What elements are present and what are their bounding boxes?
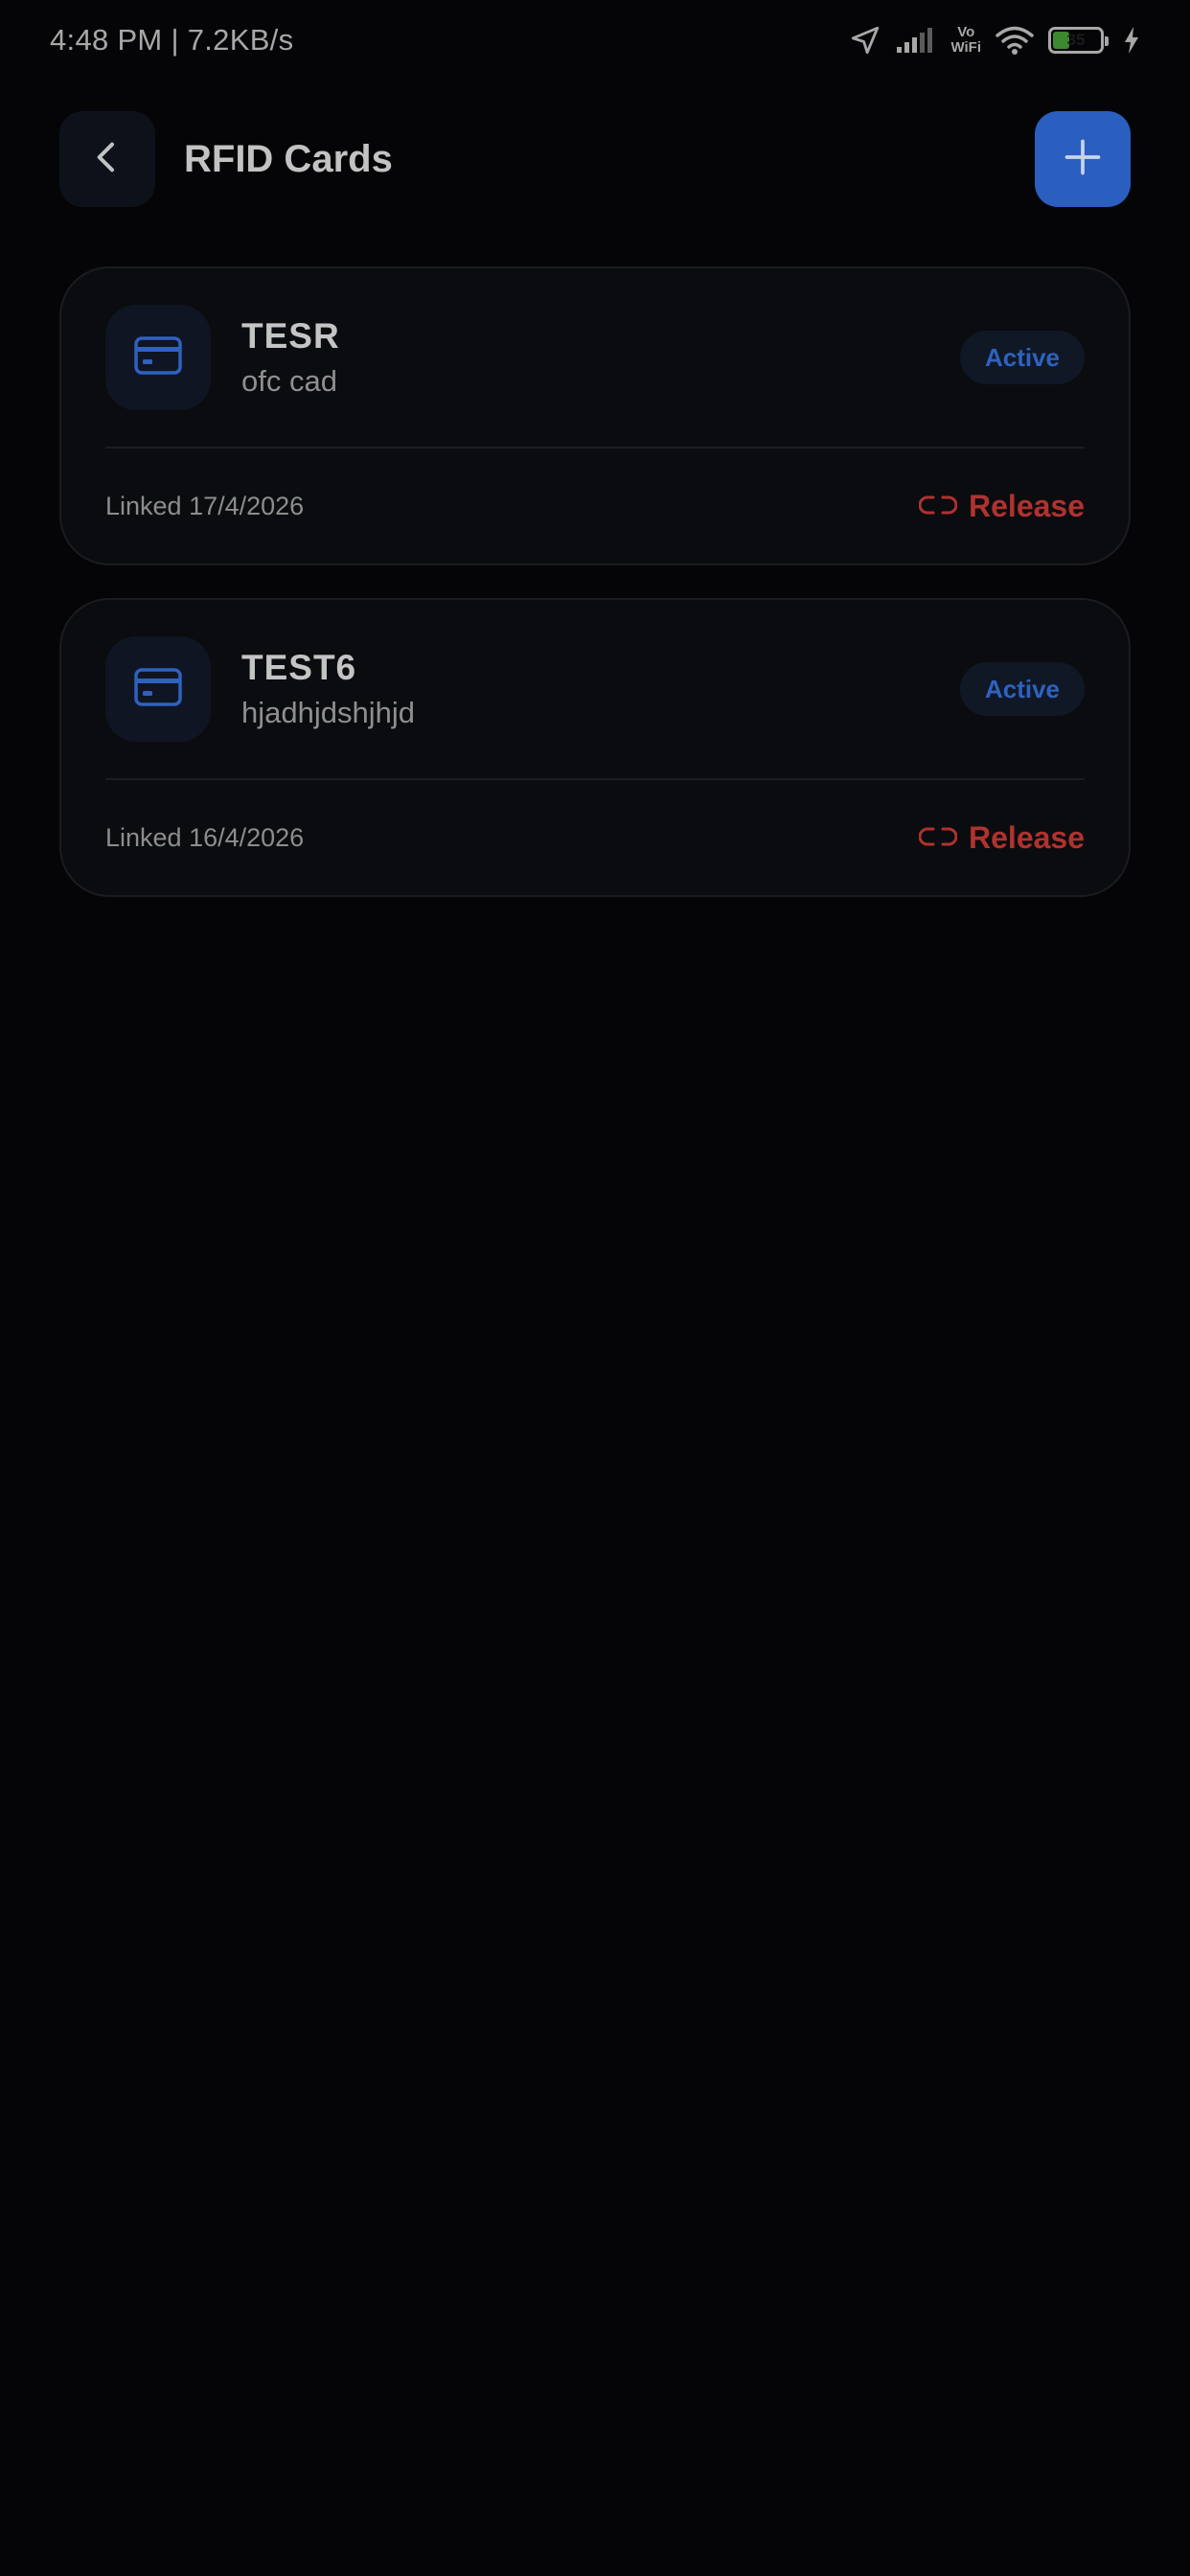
release-label: Release xyxy=(969,488,1085,523)
credit-card-icon xyxy=(133,335,183,380)
charging-icon xyxy=(1123,26,1140,55)
rfid-card[interactable]: TESR ofc cad Active Linked 17/4/2026 Rel… xyxy=(59,266,1131,565)
card-info: TESR ofc cad xyxy=(241,316,960,399)
card-name: TEST6 xyxy=(241,648,357,687)
card-footer: Linked 17/4/2026 Release xyxy=(105,448,1085,564)
release-label: Release xyxy=(969,819,1085,855)
linked-date: Linked 16/4/2026 xyxy=(105,822,305,852)
status-badge: Active xyxy=(959,331,1085,384)
unlink-icon xyxy=(918,820,958,856)
card-info: TEST6 hjadhjdshjhjd xyxy=(241,648,960,730)
linked-date: Linked 17/4/2026 xyxy=(105,491,305,520)
add-card-button[interactable] xyxy=(1035,111,1131,207)
battery-level: 35 xyxy=(1066,31,1086,49)
card-name: TESR xyxy=(241,316,340,356)
chevron-left-icon xyxy=(88,138,126,181)
rfid-card[interactable]: TEST6 hjadhjdshjhjd Active Linked 16/4/2… xyxy=(59,598,1131,897)
card-header: TESR ofc cad Active xyxy=(105,268,1085,448)
page-title: RFID Cards xyxy=(184,137,393,180)
card-header: TEST6 hjadhjdshjhjd Active xyxy=(105,600,1085,780)
location-arrow-icon xyxy=(849,24,881,57)
vowifi-bottom: WiFi xyxy=(950,39,981,56)
card-description: hjadhjdshjhjd xyxy=(241,696,415,729)
credit-card-icon xyxy=(133,667,183,712)
card-icon-container xyxy=(105,305,211,410)
vowifi-top: Vo xyxy=(957,24,975,40)
battery-icon: 35 xyxy=(1048,27,1109,54)
rfid-card-list: TESR ofc cad Active Linked 17/4/2026 Rel… xyxy=(59,266,1131,897)
card-icon-container xyxy=(105,636,211,742)
app-header: RFID Cards xyxy=(59,111,1131,207)
status-bar: 4:48 PM | 7.2KB/s Vo WiFi 35 xyxy=(0,0,1190,80)
status-icons: Vo WiFi 35 xyxy=(849,24,1140,57)
status-badge: Active xyxy=(959,662,1085,716)
unlink-icon xyxy=(918,489,958,524)
card-footer: Linked 16/4/2026 Release xyxy=(105,780,1085,895)
release-button[interactable]: Release xyxy=(918,488,1085,524)
card-description: ofc cad xyxy=(241,364,337,398)
plus-icon xyxy=(1062,136,1104,183)
back-button[interactable] xyxy=(59,111,155,207)
release-button[interactable]: Release xyxy=(918,819,1085,856)
vowifi-indicator: Vo WiFi xyxy=(950,25,981,56)
wifi-icon xyxy=(995,25,1035,56)
signal-icon xyxy=(895,26,937,55)
status-time-speed: 4:48 PM | 7.2KB/s xyxy=(50,23,294,57)
